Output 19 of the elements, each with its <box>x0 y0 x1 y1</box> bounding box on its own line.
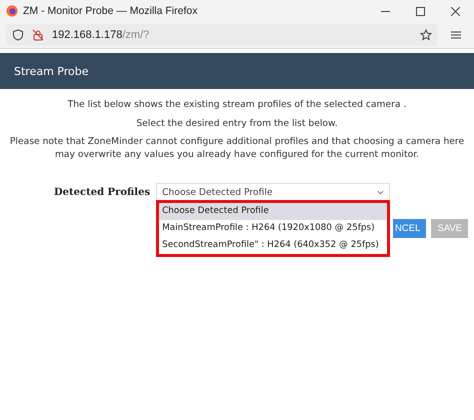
insecure-lock-icon <box>32 29 44 41</box>
star-icon[interactable] <box>420 29 432 41</box>
window-title: ZM - Monitor Probe — Mozilla Firefox <box>23 5 198 17</box>
close-icon[interactable] <box>451 6 460 16</box>
firefox-logo-icon <box>6 5 18 17</box>
instruction-text: Please note that ZoneMinder cannot configure additional profiles and that choosing a camera here may overwrite any values you already have configured for the current monitor. <box>8 136 466 161</box>
chevron-icon <box>377 190 384 194</box>
url-text: 192.168.1.178/zm/? <box>52 29 150 41</box>
shield-icon <box>12 29 24 41</box>
menu-icon[interactable] <box>450 29 462 41</box>
dropdown-option[interactable]: SecondStreamProfile" : H264 (640x352 @ 25fps) <box>159 237 388 254</box>
instruction-text: The list below shows the existing stream profiles of the selected camera . <box>66 99 408 112</box>
maximize-icon[interactable] <box>416 6 425 16</box>
dropdown-option[interactable]: MainStreamProfile : H264 (1920x1080 @ 25fps) <box>159 220 388 237</box>
page-title: Stream Probe <box>14 64 88 78</box>
dropdown-option[interactable]: Choose Detected Profile <box>159 203 388 220</box>
instruction-text: Select the desired entry from the list below. <box>135 118 339 130</box>
address-bar[interactable]: 192.168.1.178/zm/? <box>6 24 438 46</box>
field-label: Detected Profiles <box>54 186 150 198</box>
